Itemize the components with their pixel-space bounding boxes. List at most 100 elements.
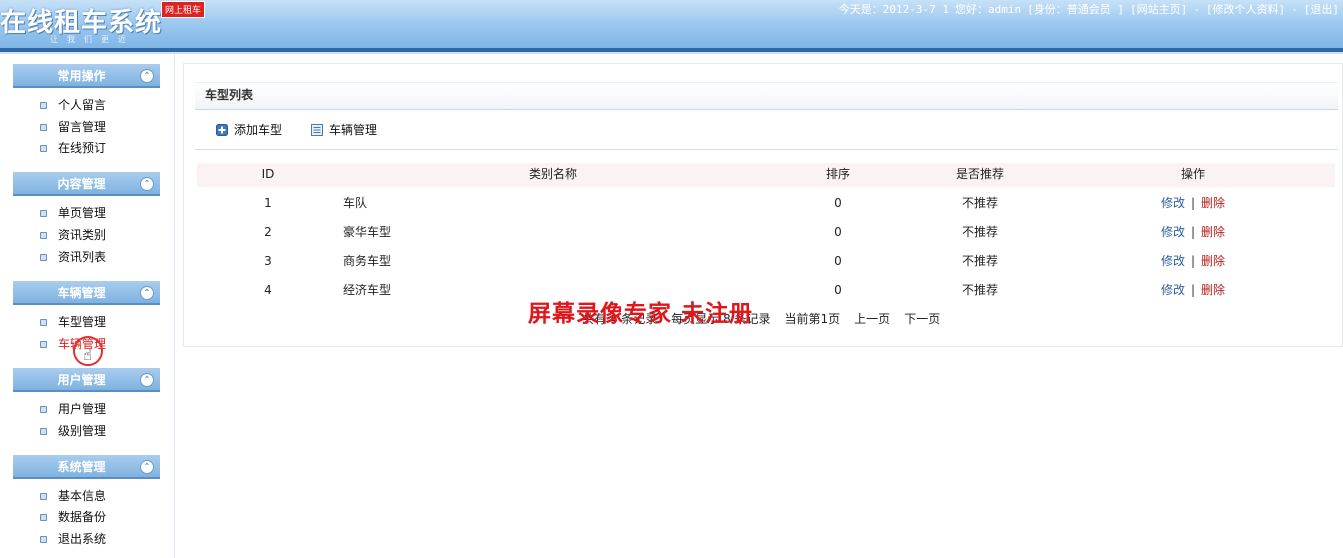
logout-link[interactable]: [退出] (1304, 3, 1339, 16)
bullet-icon (40, 145, 47, 152)
delete-link[interactable]: 删除 (1201, 283, 1225, 297)
cell-recommend: 不推荐 (961, 283, 998, 297)
vehicle-admin-button[interactable]: 车辆管理 (311, 121, 381, 139)
col-name: 类别名称 (528, 167, 577, 181)
toolbar-divider (195, 149, 1338, 150)
cell-actions: 修改 | 删除 (1051, 247, 1335, 275)
separator: | (1190, 196, 1196, 210)
delete-link[interactable]: 删除 (1201, 196, 1225, 210)
cell-id: 2 (264, 225, 272, 239)
col-actions: 操作 (1180, 167, 1205, 181)
prev-page-link[interactable]: 上一页 (854, 312, 890, 326)
sidebar-item-label: 数据备份 (58, 510, 107, 524)
separator: | (1190, 254, 1196, 268)
edit-link[interactable]: 修改 (1161, 254, 1185, 268)
bullet-icon (40, 254, 47, 261)
sidebar-group-system[interactable]: 系统管理 ⌃ (13, 455, 160, 479)
top-header: 在线租车系统 网上租车 让我们更近 今天是：2012-3-7 1 您好：admin… (0, 0, 1343, 48)
bullet-icon (40, 536, 47, 543)
edit-link[interactable]: 修改 (1161, 225, 1185, 239)
add-model-button[interactable]: 添加车型 (216, 121, 286, 139)
logo-badge: 网上租车 (161, 1, 206, 18)
collapse-icon[interactable]: ⌃ (140, 177, 154, 191)
sidebar-item-label: 在线预订 (58, 141, 107, 155)
col-id: ID (261, 167, 275, 181)
table-row: 2 豪华车型 0 不推荐 修改 | 删除 (197, 218, 1335, 246)
bullet-icon (40, 493, 47, 500)
separator: | (1190, 283, 1196, 297)
sidebar-item-label: 资讯列表 (58, 250, 107, 264)
bullet-icon (40, 341, 47, 348)
site-home-link[interactable]: [网站主页] (1130, 3, 1187, 16)
sidebar-group-common[interactable]: 常用操作 ⌃ (13, 64, 160, 88)
collapse-icon[interactable]: ⌃ (140, 69, 154, 83)
cell-actions: 修改 | 删除 (1051, 218, 1335, 246)
collapse-icon[interactable]: ⌃ (140, 460, 154, 474)
collapse-icon[interactable]: ⌃ (140, 286, 154, 300)
table-row: 4 经济车型 0 不推荐 修改 | 删除 (197, 276, 1335, 304)
logo-slogan: 让我们更近 (50, 35, 135, 44)
cell-id: 4 (264, 283, 272, 297)
sidebar-item-label: 退出系统 (58, 532, 107, 546)
col-recommend: 是否推荐 (955, 167, 1004, 181)
cell-name: 商务车型 (343, 254, 392, 268)
group-title: 常用操作 (57, 69, 106, 83)
cell-actions: 修改 | 删除 (1051, 276, 1335, 304)
add-icon (216, 124, 228, 136)
cell-order: 0 (834, 225, 842, 239)
bullet-icon (40, 124, 47, 131)
recording-watermark: 屏幕录像专家 未注册 (528, 300, 754, 327)
sidebar-group-vehicle[interactable]: 车辆管理 ⌃ (13, 281, 160, 305)
delete-link[interactable]: 删除 (1201, 254, 1225, 268)
edit-link[interactable]: 修改 (1161, 283, 1185, 297)
bullet-icon (40, 102, 47, 109)
group-title: 内容管理 (57, 177, 106, 191)
cell-id: 3 (264, 254, 272, 268)
edit-link[interactable]: 修改 (1161, 196, 1185, 210)
cell-name: 豪华车型 (343, 225, 392, 239)
group-title: 车辆管理 (57, 286, 106, 300)
table-row: 1 车队 0 不推荐 修改 | 删除 (197, 189, 1335, 217)
current-date: 今天是：2012-3-7 1 (838, 3, 949, 16)
cell-recommend: 不推荐 (961, 254, 998, 268)
sidebar-item-label: 留言管理 (58, 120, 107, 134)
edit-profile-link[interactable]: [修改个人资料] (1206, 3, 1285, 16)
group-title: 系统管理 (57, 460, 106, 474)
sidebar-group-users[interactable]: 用户管理 ⌃ (13, 368, 160, 392)
list-icon (311, 124, 323, 136)
bullet-icon (40, 428, 47, 435)
vehicle-admin-label: 车辆管理 (329, 123, 378, 137)
next-page-link[interactable]: 下一页 (904, 312, 940, 326)
col-order: 排序 (825, 167, 850, 181)
header-user-info: 今天是：2012-3-7 1 您好：admin [身份：普通会员 ] [网站主页] -[… (833, 1, 1339, 17)
sidebar-item-label: 基本信息 (58, 489, 107, 503)
cell-order: 0 (834, 196, 842, 210)
bullet-icon (40, 319, 47, 326)
bullet-icon (40, 232, 47, 239)
bullet-icon (40, 514, 47, 521)
cell-actions: 修改 | 删除 (1051, 189, 1335, 217)
cell-order: 0 (834, 283, 842, 297)
group-title: 用户管理 (57, 373, 106, 387)
table-header: ID 类别名称 排序 是否推荐 操作 (197, 163, 1335, 187)
collapse-icon[interactable]: ⌃ (140, 373, 154, 387)
header-divider-light (0, 52, 1343, 54)
cell-id: 1 (264, 196, 272, 210)
panel-title-bar: 车型列表 (195, 82, 1338, 110)
identity: [身份：普通会员 ] (1027, 3, 1124, 16)
cell-recommend: 不推荐 (961, 196, 998, 210)
bullet-icon (40, 210, 47, 217)
sidebar-item-label: 级别管理 (58, 424, 107, 438)
hand-pointer-icon: ☝ (83, 346, 93, 364)
separator: - (1291, 3, 1298, 16)
sidebar-group-content[interactable]: 内容管理 ⌃ (13, 172, 160, 196)
sidebar-item-label: 资讯类别 (58, 228, 107, 242)
current-page: 当前第1页 (784, 312, 841, 326)
delete-link[interactable]: 删除 (1201, 225, 1225, 239)
add-model-label: 添加车型 (234, 123, 283, 137)
sidebar-item-label: 用户管理 (58, 402, 107, 416)
bullet-icon (40, 406, 47, 413)
cell-name: 车队 (343, 196, 368, 210)
page-title: 车型列表 (205, 88, 254, 102)
sidebar-item-label: 单页管理 (58, 206, 107, 220)
